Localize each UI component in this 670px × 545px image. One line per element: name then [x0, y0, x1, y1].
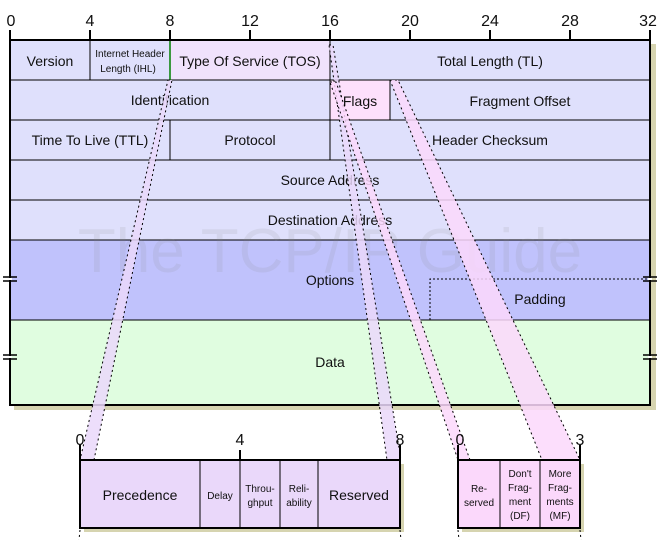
label-df-2: Frag- — [508, 483, 532, 494]
tos-tick-8: 8 — [396, 432, 405, 449]
label-total-length: Total Length (TL) — [437, 53, 543, 69]
label-ttl: Time To Live (TTL) — [32, 132, 149, 148]
label-mf-4: (MF) — [549, 511, 570, 522]
label-options: Options — [306, 272, 354, 288]
flags-tick-0: 0 — [456, 432, 465, 449]
ruler-label: 28 — [561, 13, 579, 30]
tos-tick-0: 0 — [76, 432, 85, 449]
label-mf-1: More — [549, 469, 572, 480]
label-flag-reserved-2: served — [464, 498, 494, 509]
ruler-label: 16 — [321, 13, 339, 30]
label-df-1: Don't — [508, 469, 531, 480]
label-header-checksum: Header Checksum — [432, 132, 548, 148]
ruler-label: 0 — [7, 13, 16, 30]
label-data: Data — [315, 354, 345, 370]
label-mf-2: Frag- — [548, 483, 572, 494]
ip-header-diagram: The TCP/IP Guide Version Internet Header… — [3, 13, 657, 541]
label-tos: Type Of Service (TOS) — [179, 53, 320, 69]
label-reliability-2: ability — [286, 498, 312, 509]
label-delay: Delay — [207, 491, 233, 502]
label-tos-reserved: Reserved — [329, 487, 389, 503]
label-mf-3: ments — [546, 497, 573, 508]
label-protocol: Protocol — [224, 132, 275, 148]
label-flag-reserved-1: Re- — [471, 484, 487, 495]
label-ihl-1: Internet Header — [95, 49, 165, 60]
ruler-label: 8 — [166, 13, 175, 30]
label-version: Version — [27, 53, 74, 69]
bit-ruler: 0 4 8 12 16 20 24 28 32 — [7, 13, 657, 41]
label-df-3: ment — [509, 497, 531, 508]
label-destination-address: Destination Address — [268, 212, 393, 228]
label-throughput-1: Throu- — [245, 484, 274, 495]
label-reliability-1: Reli- — [289, 484, 310, 495]
label-precedence: Precedence — [103, 487, 178, 503]
tos-tick-4: 4 — [236, 432, 245, 449]
flags-tick-3: 3 — [576, 432, 585, 449]
ruler-label: 4 — [86, 13, 95, 30]
ruler-label: 12 — [241, 13, 259, 30]
label-fragment-offset: Fragment Offset — [470, 93, 571, 109]
label-throughput-2: ghput — [247, 498, 272, 509]
label-identification: Identification — [131, 92, 210, 108]
label-df-4: (DF) — [510, 511, 530, 522]
ruler-label: 32 — [639, 13, 657, 30]
label-padding: Padding — [514, 291, 565, 307]
ruler-label: 20 — [401, 13, 419, 30]
label-flags: Flags — [343, 93, 377, 109]
label-ihl-2: Length (IHL) — [100, 64, 156, 75]
ruler-label: 24 — [481, 13, 499, 30]
tos-detail: Precedence Delay Throu- ghput Reli- abil… — [76, 432, 405, 541]
